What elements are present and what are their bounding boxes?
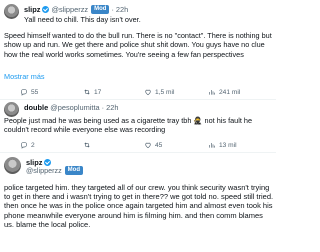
reply-button[interactable]: 2 [20,141,35,149]
views-count: 241 mil [219,88,241,96]
like-button[interactable]: 45 [144,141,162,149]
avatar[interactable] [4,102,19,117]
tweet-text: Speed himself wanted to do the bull run.… [4,31,272,59]
reply-count: 2 [31,141,35,149]
avatar[interactable] [4,157,21,174]
tweet-slipz-main[interactable]: slipz @slipperzz Mod police targeted him… [0,153,276,252]
tweet-text: police targeted him. they targeted all o… [4,183,274,229]
verified-icon [42,5,50,13]
tweet-text-first-line: Yall need to chill. This day isn't over. [24,15,141,24]
like-icon [145,142,151,149]
show-more-link[interactable]: Mostrar más [4,72,45,81]
tweet-text: People just mad he was being used as a c… [4,116,253,135]
author-handle[interactable]: @slipperzz [51,5,88,14]
like-count: 45 [155,141,163,149]
author-handle[interactable]: @pesoplumitta [50,103,99,112]
verified-icon [44,159,52,166]
views-icon [209,90,215,95]
like-button[interactable]: 1,5 mil [144,88,174,96]
timestamp[interactable]: 22h [116,5,128,14]
repost-icon [84,89,90,95]
avatar[interactable] [4,4,19,19]
author-name[interactable]: slipz [24,5,40,14]
tweet-header-handle: @slipperzz Mod [26,166,83,175]
repost-count: 17 [94,88,102,96]
mod-badge: Mod [91,4,110,14]
reply-count: 55 [31,88,39,96]
separator-dot: · [111,4,114,14]
separator-dot: · [101,103,105,112]
tweet-header: slipz @slipperzz Mod · 22h [24,3,128,15]
reply-icon [20,89,27,96]
author-name[interactable]: double [24,103,48,112]
views-count: 13 mil [219,141,237,149]
reply-icon [20,142,27,149]
tweet-header: double @pesoplumitta · 22h [24,103,118,112]
mod-badge: Mod [64,166,83,175]
timestamp[interactable]: 22h [106,103,118,112]
repost-icon [84,142,90,148]
tweet-actions: 55 17 1,5 mil 241 mil [0,87,276,97]
repost-button[interactable] [83,141,94,149]
like-count: 1,5 mil [155,88,175,96]
tweet-actions: 2 45 13 mil [0,140,276,150]
repost-button[interactable]: 17 [83,88,101,96]
views-icon [209,143,215,148]
views-button[interactable]: 241 mil [208,88,240,96]
like-icon [145,89,151,96]
tweet-double[interactable]: double @pesoplumitta · 22h People just m… [0,100,276,152]
author-handle[interactable]: @slipperzz [26,166,62,175]
tweet-slipz-first[interactable]: slipz @slipperzz Mod · 22h Yall need to … [0,0,276,99]
reply-button[interactable]: 55 [20,88,38,96]
views-button[interactable]: 13 mil [208,141,237,149]
